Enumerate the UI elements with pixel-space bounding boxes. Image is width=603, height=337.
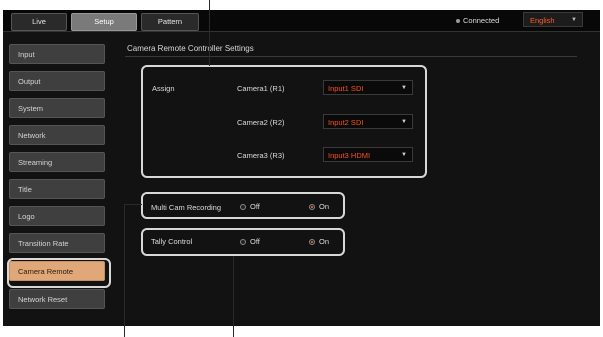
- tally-highlight-box: [141, 228, 345, 256]
- sidebar-item-network[interactable]: Network: [9, 125, 105, 145]
- multicam-highlight-box: [141, 192, 345, 219]
- sidebar-item-output[interactable]: Output: [9, 71, 105, 91]
- sidebar-item-logo[interactable]: Logo: [9, 206, 105, 226]
- callout-line-multicam-tick: [124, 204, 142, 205]
- sidebar-item-streaming[interactable]: Streaming: [9, 152, 105, 172]
- tab-pattern[interactable]: Pattern: [141, 13, 199, 31]
- callout-line-multicam: [124, 205, 125, 337]
- sidebar-item-input[interactable]: Input: [9, 44, 105, 64]
- callout-line-tally: [233, 256, 234, 337]
- assign-highlight-box: [141, 65, 427, 178]
- camera-remote-highlight-box: [7, 258, 111, 288]
- title-divider: [125, 56, 577, 57]
- sidebar-item-transition-rate[interactable]: Transition Rate: [9, 233, 105, 253]
- tab-bar: Live Setup Pattern Connected English ▼: [3, 10, 600, 32]
- callout-line-assign: [209, 0, 210, 66]
- connection-label: Connected: [463, 16, 500, 25]
- connection-status: Connected: [456, 14, 499, 28]
- sidebar-item-network-reset[interactable]: Network Reset: [9, 289, 105, 309]
- language-select[interactable]: English ▼: [523, 12, 583, 27]
- connection-dot-icon: [456, 19, 460, 24]
- sidebar-item-title[interactable]: Title: [9, 179, 105, 199]
- tab-live[interactable]: Live: [11, 13, 67, 31]
- tab-setup[interactable]: Setup: [71, 13, 137, 31]
- sidebar-item-system[interactable]: System: [9, 98, 105, 118]
- page-title: Camera Remote Controller Settings: [127, 44, 254, 53]
- language-value: English: [530, 16, 555, 25]
- chevron-down-icon: ▼: [571, 17, 577, 23]
